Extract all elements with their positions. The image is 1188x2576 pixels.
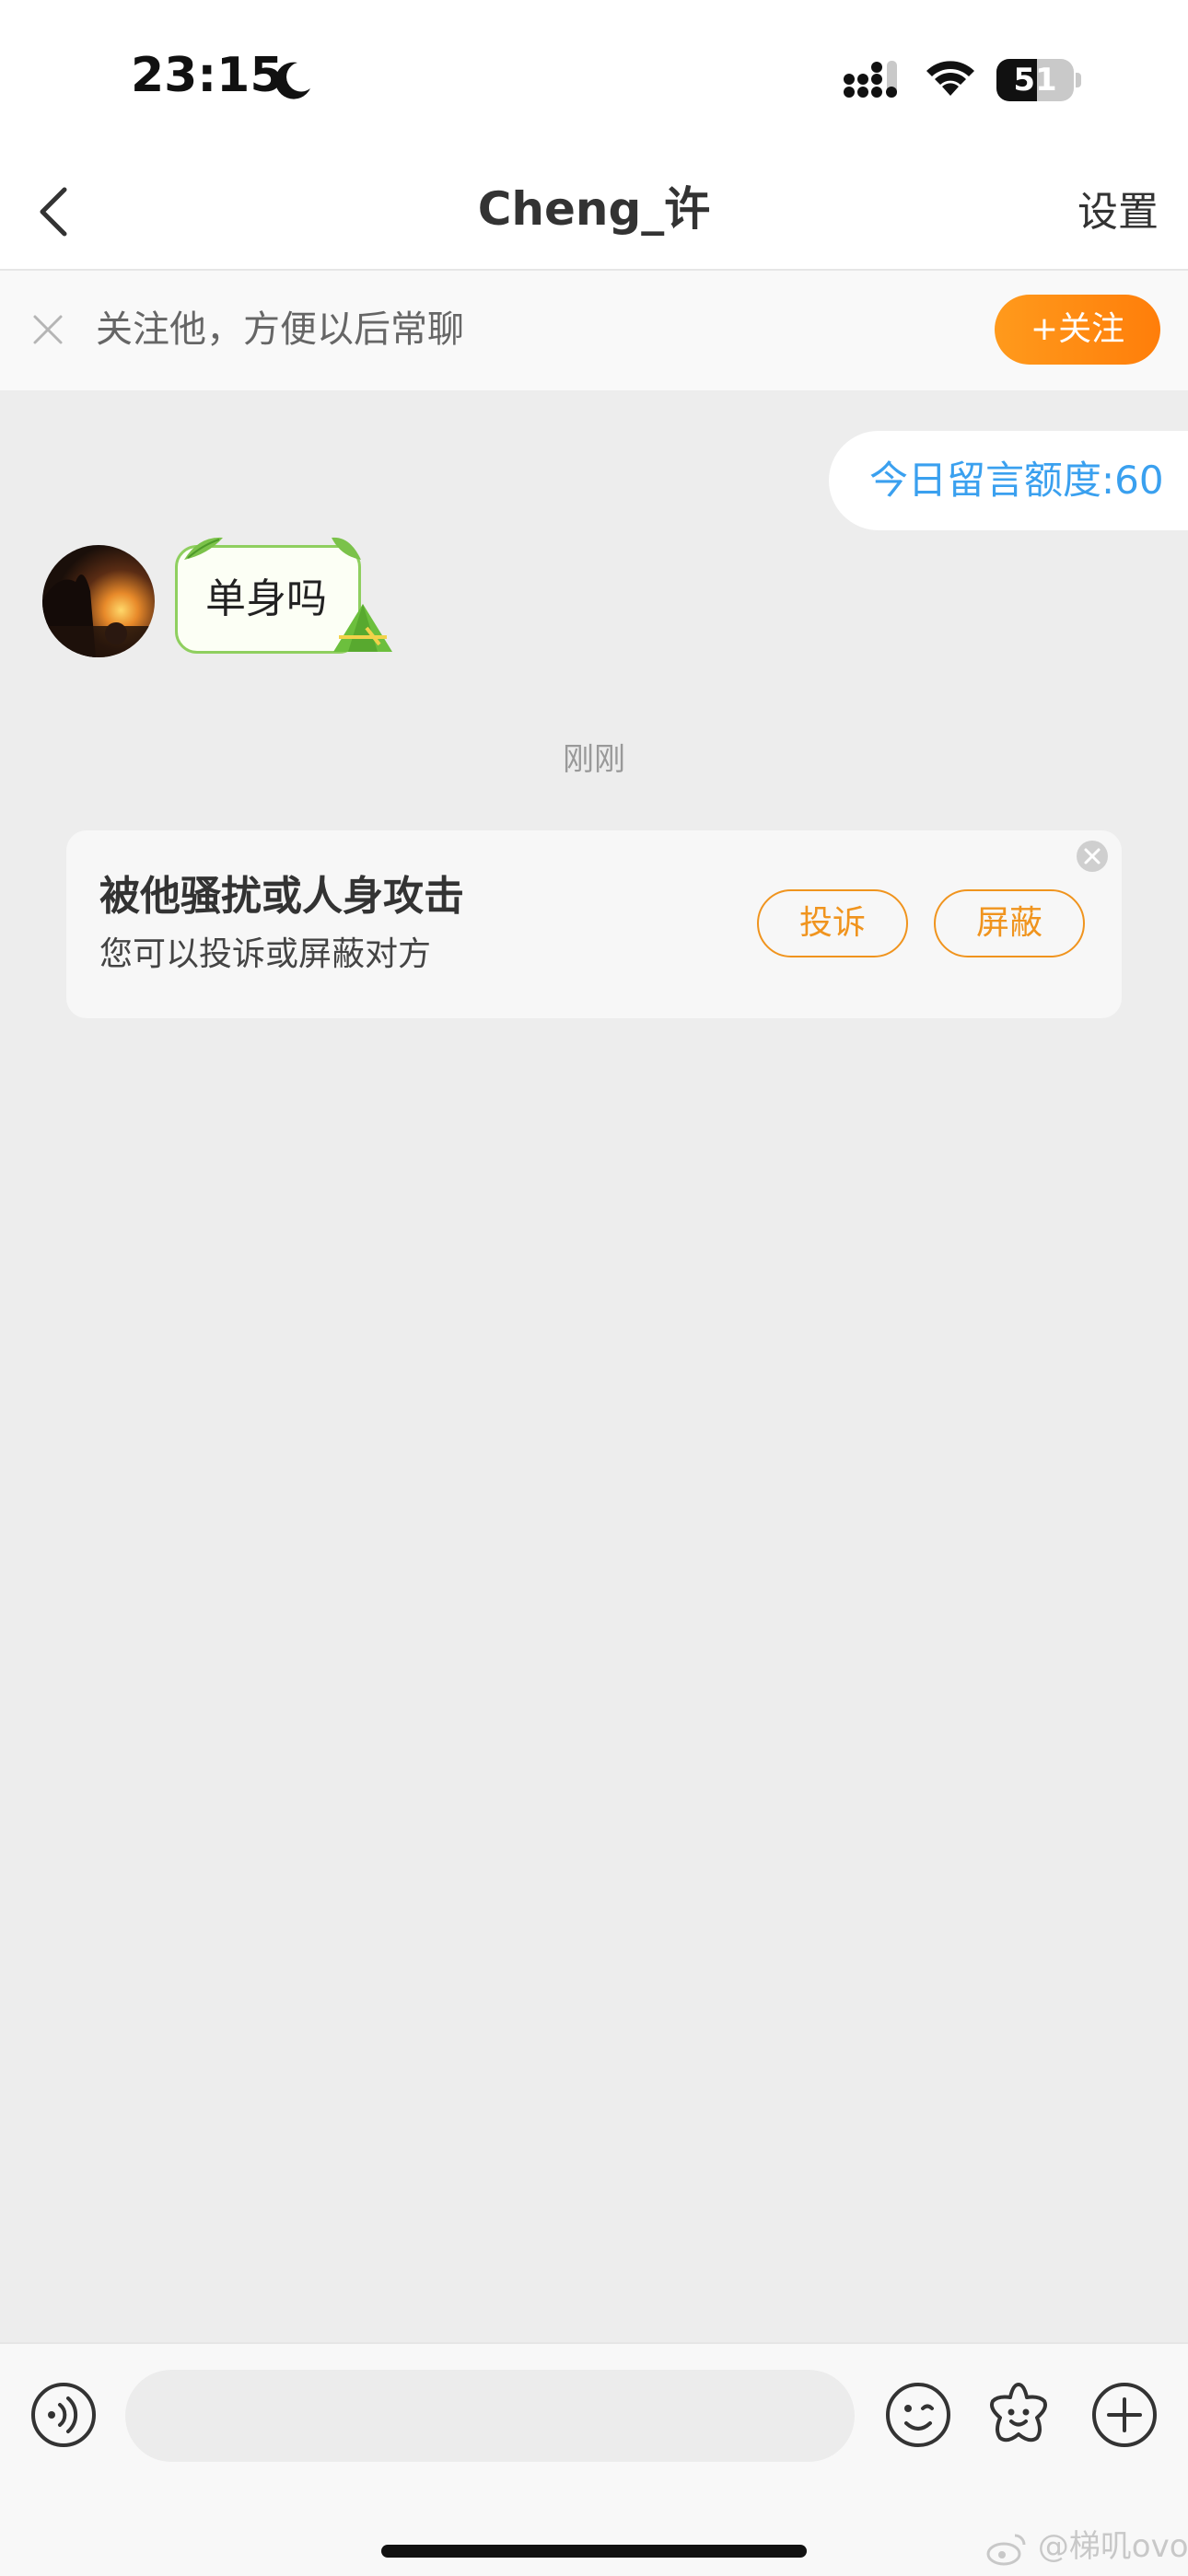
settings-button[interactable]: 设置 [1077, 182, 1159, 243]
message-input[interactable] [125, 2370, 855, 2462]
signal-icon [844, 61, 897, 98]
nav-bar: Cheng_许 设置 [0, 157, 1188, 271]
moon-icon [274, 62, 310, 99]
report-card-title: 被他骚扰或人身攻击 [99, 873, 464, 920]
voice-icon[interactable] [29, 2381, 98, 2449]
close-icon[interactable] [26, 307, 70, 352]
wifi-icon [926, 61, 974, 96]
block-button[interactable]: 屏蔽 [934, 889, 1085, 957]
input-bar: @梯叽ovo [0, 2342, 1188, 2576]
home-indicator[interactable] [381, 2545, 807, 2558]
status-time: 23:15 [131, 48, 284, 103]
status-bar: 23:15 51 [0, 0, 1188, 157]
weibo-logo-icon [986, 2534, 1026, 2565]
follow-banner: 关注他，方便以后常聊 +关注 [0, 271, 1188, 390]
battery-indicator: 51 [996, 59, 1081, 101]
follow-button[interactable]: +关注 [995, 295, 1160, 365]
message-text: 单身吗 [205, 575, 327, 622]
watermark: @梯叽ovo [985, 2526, 1188, 2567]
leaf-decoration-icon [184, 537, 223, 560]
avatar-image [42, 545, 155, 657]
quota-text: 今日留言额度:60 [869, 458, 1164, 503]
watermark-text: @梯叽ovo [1037, 2528, 1188, 2565]
report-button[interactable]: 投诉 [757, 889, 908, 957]
report-card: 被他骚扰或人身攻击 您可以投诉或屏蔽对方 投诉 屏蔽 [66, 830, 1122, 1018]
plus-icon[interactable] [1090, 2381, 1159, 2449]
zongzi-decoration-icon [333, 604, 392, 652]
emoji-icon[interactable] [884, 2381, 952, 2449]
page-title: Cheng_许 [477, 182, 711, 236]
battery-level: 51 [1013, 62, 1057, 99]
report-card-subtitle: 您可以投诉或屏蔽对方 [99, 935, 432, 973]
message-timestamp: 刚刚 [563, 741, 625, 778]
back-button[interactable] [20, 175, 94, 249]
sticker-icon[interactable] [984, 2379, 1054, 2449]
leaf-decoration-icon [332, 537, 361, 560]
follow-banner-text: 关注他，方便以后常聊 [96, 308, 464, 351]
quota-badge: 今日留言额度:60 [829, 431, 1188, 530]
close-icon[interactable] [1074, 838, 1111, 875]
chevron-left-icon [40, 187, 67, 237]
avatar[interactable] [42, 545, 155, 657]
